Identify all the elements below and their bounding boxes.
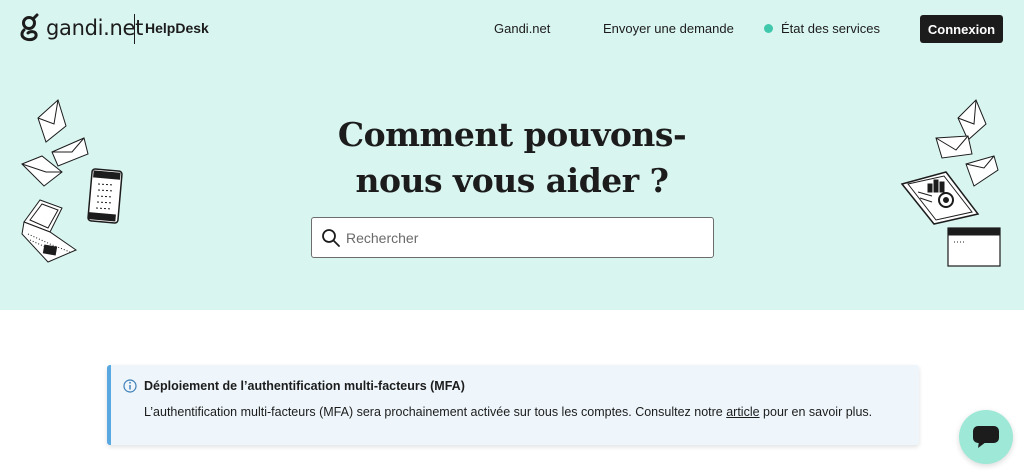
status-dot-icon xyxy=(764,24,773,33)
gandi-logo-icon xyxy=(20,13,39,42)
search-icon xyxy=(322,229,340,247)
phone-icon xyxy=(87,168,123,224)
header: gandi.net HelpDesk Gandi.net Envoyer une… xyxy=(0,0,1024,58)
hero-title: Comment pouvons- nous vous aider ? xyxy=(312,112,712,204)
notice-title: Déploiement de l’authentification multi-… xyxy=(144,379,465,393)
gandi-logo[interactable]: gandi.net xyxy=(20,12,143,44)
envelopes-tablet-illustration xyxy=(900,99,1001,267)
envelope-icon xyxy=(965,155,999,187)
hero-title-line-2: nous vous aider ? xyxy=(355,161,669,200)
login-button[interactable]: Connexion xyxy=(920,15,1003,43)
notice-text-after: pour en savoir plus. xyxy=(759,405,873,419)
nav-link-service-status[interactable]: État des services xyxy=(764,21,880,36)
nav-link-submit-request[interactable]: Envoyer une demande xyxy=(603,21,734,36)
info-icon xyxy=(123,379,137,393)
nav-link-gandi[interactable]: Gandi.net xyxy=(494,21,550,36)
logo-divider xyxy=(134,14,135,44)
envelope-icon xyxy=(51,137,89,167)
search-box xyxy=(311,217,714,258)
logo-text: gandi.net xyxy=(46,16,144,40)
envelope-icon xyxy=(957,99,987,141)
browser-window-icon xyxy=(947,227,1001,267)
envelope-icon xyxy=(37,99,67,143)
service-status-label: État des services xyxy=(781,21,880,36)
mfa-notice-banner: Déploiement de l’authentification multi-… xyxy=(107,365,919,445)
hero-title-line-1: Comment pouvons- xyxy=(337,115,687,154)
helpdesk-label[interactable]: HelpDesk xyxy=(145,20,209,36)
chat-button[interactable] xyxy=(959,410,1013,464)
chat-icon xyxy=(973,426,999,448)
notice-article-link[interactable]: article xyxy=(726,405,759,419)
envelopes-laptop-illustration xyxy=(21,99,123,263)
search-input[interactable] xyxy=(346,218,706,257)
tablet-icon xyxy=(900,171,980,225)
notice-text-before: L’authentification multi-facteurs (MFA) … xyxy=(144,405,727,419)
notice-text: L’authentification multi-facteurs (MFA) … xyxy=(144,405,872,419)
envelope-icon xyxy=(935,135,973,159)
laptop-icon xyxy=(21,199,78,263)
